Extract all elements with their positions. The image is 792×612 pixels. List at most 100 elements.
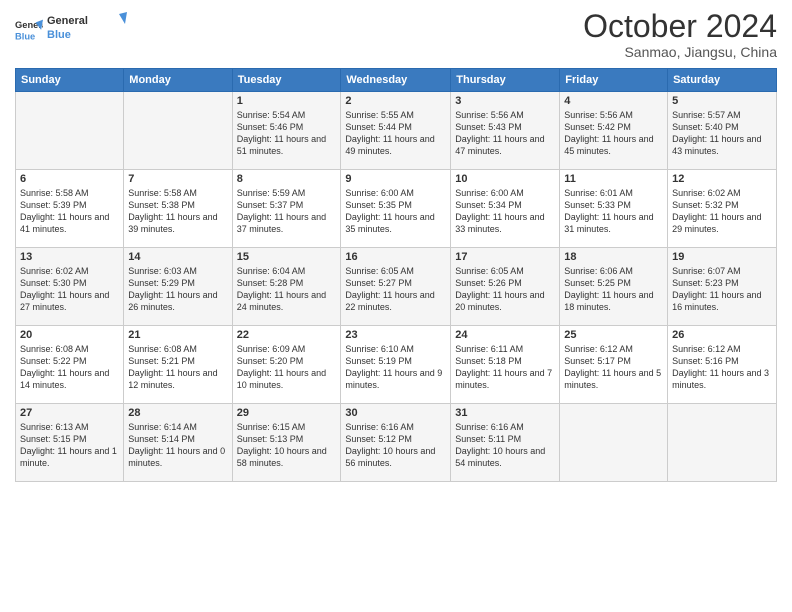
svg-text:Blue: Blue (15, 31, 35, 41)
calendar-day-cell: 26 Sunrise: 6:12 AMSunset: 5:16 PMDayligh… (668, 326, 777, 404)
day-number: 31 (455, 407, 555, 419)
day-of-week-header: Wednesday (341, 69, 451, 92)
day-info: Sunrise: 6:14 AMSunset: 5:14 PMDaylight:… (128, 421, 227, 470)
day-info: Sunrise: 6:12 AMSunset: 5:16 PMDaylight:… (672, 343, 772, 392)
calendar-day-cell (560, 404, 668, 482)
calendar-week-row: 27 Sunrise: 6:13 AMSunset: 5:15 PMDayligh… (16, 404, 777, 482)
day-info: Sunrise: 6:16 AMSunset: 5:12 PMDaylight:… (345, 421, 446, 470)
calendar-day-cell: 30 Sunrise: 6:16 AMSunset: 5:12 PMDayligh… (341, 404, 451, 482)
calendar-day-cell: 25 Sunrise: 6:12 AMSunset: 5:17 PMDayligh… (560, 326, 668, 404)
day-of-week-header: Thursday (451, 69, 560, 92)
calendar-day-cell: 29 Sunrise: 6:15 AMSunset: 5:13 PMDayligh… (232, 404, 341, 482)
day-number: 10 (455, 173, 555, 185)
day-number: 18 (564, 251, 663, 263)
logo: General Blue General Blue (15, 10, 127, 47)
calendar-day-cell: 22 Sunrise: 6:09 AMSunset: 5:20 PMDayligh… (232, 326, 341, 404)
day-number: 16 (345, 251, 446, 263)
day-info: Sunrise: 6:01 AMSunset: 5:33 PMDaylight:… (564, 187, 663, 236)
day-number: 19 (672, 251, 772, 263)
subtitle: Sanmao, Jiangsu, China (583, 44, 777, 60)
day-info: Sunrise: 6:13 AMSunset: 5:15 PMDaylight:… (20, 421, 119, 470)
header: General Blue General Blue October 2024 S… (15, 10, 777, 60)
day-info: Sunrise: 6:06 AMSunset: 5:25 PMDaylight:… (564, 265, 663, 314)
day-number: 9 (345, 173, 446, 185)
day-info: Sunrise: 6:04 AMSunset: 5:28 PMDaylight:… (237, 265, 337, 314)
day-number: 8 (237, 173, 337, 185)
day-number: 28 (128, 407, 227, 419)
svg-text:Blue: Blue (47, 29, 71, 41)
day-number: 27 (20, 407, 119, 419)
day-number: 17 (455, 251, 555, 263)
day-number: 5 (672, 95, 772, 107)
calendar-day-cell: 28 Sunrise: 6:14 AMSunset: 5:14 PMDayligh… (124, 404, 232, 482)
day-info: Sunrise: 6:05 AMSunset: 5:26 PMDaylight:… (455, 265, 555, 314)
day-of-week-header: Friday (560, 69, 668, 92)
month-title: October 2024 (583, 10, 777, 42)
day-info: Sunrise: 6:05 AMSunset: 5:27 PMDaylight:… (345, 265, 446, 314)
day-number: 25 (564, 329, 663, 341)
day-number: 13 (20, 251, 119, 263)
day-of-week-header: Saturday (668, 69, 777, 92)
calendar-day-cell: 2Sunrise: 5:55 AMSunset: 5:44 PMDaylight… (341, 92, 451, 170)
day-info: Sunrise: 6:16 AMSunset: 5:11 PMDaylight:… (455, 421, 555, 470)
logo-icon: General Blue (15, 15, 43, 43)
day-number: 29 (237, 407, 337, 419)
calendar-day-cell: 1 Sunrise: 5:54 AMSunset: 5:46 PMDaylight… (232, 92, 341, 170)
day-number: 1 (237, 95, 337, 107)
day-info: Sunrise: 6:12 AMSunset: 5:17 PMDaylight:… (564, 343, 663, 392)
calendar-day-cell: 7Sunrise: 5:58 AMSunset: 5:38 PMDaylight… (124, 170, 232, 248)
calendar-day-cell: 14Sunrise: 6:03 AMSunset: 5:29 PMDayligh… (124, 248, 232, 326)
calendar-day-cell: 3 Sunrise: 5:56 AMSunset: 5:43 PMDaylight… (451, 92, 560, 170)
day-number: 22 (237, 329, 337, 341)
calendar-day-cell: 8Sunrise: 5:59 AMSunset: 5:37 PMDaylight… (232, 170, 341, 248)
day-number: 26 (672, 329, 772, 341)
day-number: 21 (128, 329, 227, 341)
calendar-day-cell: 18 Sunrise: 6:06 AMSunset: 5:25 PMDayligh… (560, 248, 668, 326)
calendar-body: 1 Sunrise: 5:54 AMSunset: 5:46 PMDaylight… (16, 92, 777, 482)
day-number: 6 (20, 173, 119, 185)
calendar-day-cell: 27 Sunrise: 6:13 AMSunset: 5:15 PMDayligh… (16, 404, 124, 482)
day-info: Sunrise: 6:11 AMSunset: 5:18 PMDaylight:… (455, 343, 555, 392)
day-number: 30 (345, 407, 446, 419)
calendar-day-cell: 9 Sunrise: 6:00 AMSunset: 5:35 PMDaylight… (341, 170, 451, 248)
day-info: Sunrise: 6:10 AMSunset: 5:19 PMDaylight:… (345, 343, 446, 392)
day-number: 4 (564, 95, 663, 107)
calendar-day-cell: 16 Sunrise: 6:05 AMSunset: 5:27 PMDayligh… (341, 248, 451, 326)
day-number: 12 (672, 173, 772, 185)
day-of-week-header: Sunday (16, 69, 124, 92)
day-info: Sunrise: 5:55 AMSunset: 5:44 PMDaylight:… (345, 109, 446, 158)
calendar-day-cell: 12 Sunrise: 6:02 AMSunset: 5:32 PMDayligh… (668, 170, 777, 248)
calendar-week-row: 1 Sunrise: 5:54 AMSunset: 5:46 PMDaylight… (16, 92, 777, 170)
day-info: Sunrise: 5:56 AMSunset: 5:43 PMDaylight:… (455, 109, 555, 158)
calendar-day-cell: 6Sunrise: 5:58 AMSunset: 5:39 PMDaylight… (16, 170, 124, 248)
logo-text: General Blue (47, 10, 127, 47)
day-number: 3 (455, 95, 555, 107)
calendar-week-row: 13 Sunrise: 6:02 AMSunset: 5:30 PMDayligh… (16, 248, 777, 326)
calendar-day-cell: 23Sunrise: 6:10 AMSunset: 5:19 PMDayligh… (341, 326, 451, 404)
day-info: Sunrise: 6:15 AMSunset: 5:13 PMDaylight:… (237, 421, 337, 470)
main-container: General Blue General Blue October 2024 S… (0, 0, 792, 487)
day-info: Sunrise: 6:00 AMSunset: 5:34 PMDaylight:… (455, 187, 555, 236)
calendar-day-cell: 21 Sunrise: 6:08 AMSunset: 5:21 PMDayligh… (124, 326, 232, 404)
calendar-header-row: SundayMondayTuesdayWednesdayThursdayFrid… (16, 69, 777, 92)
calendar-day-cell (668, 404, 777, 482)
calendar-day-cell: 20Sunrise: 6:08 AMSunset: 5:22 PMDayligh… (16, 326, 124, 404)
day-number: 14 (128, 251, 227, 263)
day-info: Sunrise: 6:08 AMSunset: 5:21 PMDaylight:… (128, 343, 227, 392)
day-number: 24 (455, 329, 555, 341)
day-info: Sunrise: 6:00 AMSunset: 5:35 PMDaylight:… (345, 187, 446, 236)
day-number: 11 (564, 173, 663, 185)
calendar-day-cell (16, 92, 124, 170)
day-info: Sunrise: 5:56 AMSunset: 5:42 PMDaylight:… (564, 109, 663, 158)
calendar-day-cell: 5Sunrise: 5:57 AMSunset: 5:40 PMDaylight… (668, 92, 777, 170)
day-number: 7 (128, 173, 227, 185)
day-info: Sunrise: 5:54 AMSunset: 5:46 PMDaylight:… (237, 109, 337, 158)
calendar-day-cell: 10 Sunrise: 6:00 AMSunset: 5:34 PMDayligh… (451, 170, 560, 248)
calendar-table: SundayMondayTuesdayWednesdayThursdayFrid… (15, 68, 777, 482)
calendar-day-cell: 19Sunrise: 6:07 AMSunset: 5:23 PMDayligh… (668, 248, 777, 326)
calendar-day-cell: 11 Sunrise: 6:01 AMSunset: 5:33 PMDayligh… (560, 170, 668, 248)
day-info: Sunrise: 6:02 AMSunset: 5:30 PMDaylight:… (20, 265, 119, 314)
day-of-week-header: Tuesday (232, 69, 341, 92)
day-info: Sunrise: 6:09 AMSunset: 5:20 PMDaylight:… (237, 343, 337, 392)
day-info: Sunrise: 6:02 AMSunset: 5:32 PMDaylight:… (672, 187, 772, 236)
